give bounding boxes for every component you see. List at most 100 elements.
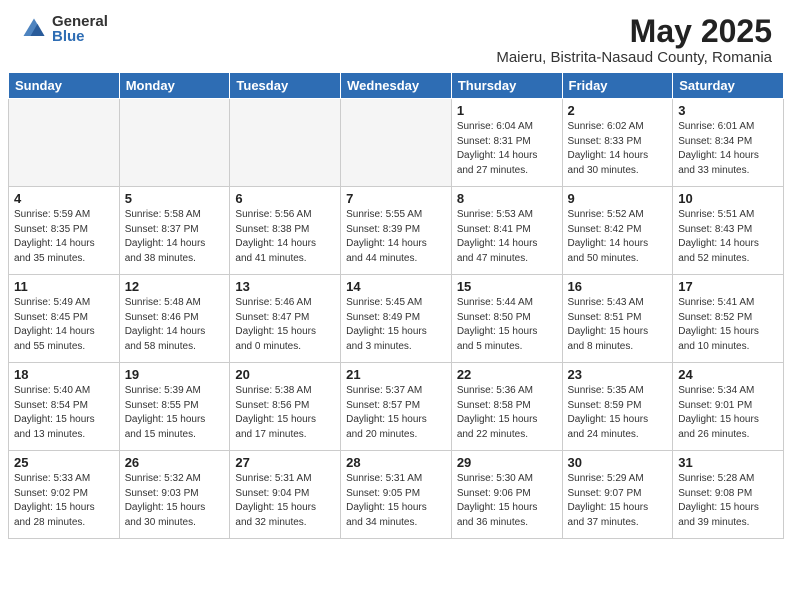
calendar-cell: 17Sunrise: 5:41 AM Sunset: 8:52 PM Dayli… xyxy=(673,275,784,363)
day-number: 14 xyxy=(346,279,446,294)
day-number: 29 xyxy=(457,455,557,470)
calendar-week-2: 4Sunrise: 5:59 AM Sunset: 8:35 PM Daylig… xyxy=(9,187,784,275)
logo-icon xyxy=(20,15,48,43)
calendar-cell: 23 Sunrise: 5:35 AM Sunset: 8:59 PM Dayli… xyxy=(562,363,673,451)
day-info: Sunrise: 5:48 AM Sunset: 8:46 PM Dayligh… xyxy=(125,296,225,354)
calendar-cell: 11Sunrise: 5:49 AM Sunset: 8:45 PM Dayli… xyxy=(9,275,120,363)
calendar-week-5: 25Sunrise: 5:33 AM Sunset: 9:02 PM Dayli… xyxy=(9,451,784,539)
day-number: 20 xyxy=(235,367,335,382)
logo: General Blue xyxy=(20,14,108,44)
calendar-cell: 16Sunrise: 5:43 AM Sunset: 8:51 PM Dayli… xyxy=(562,275,673,363)
calendar-cell: 29Sunrise: 5:30 AM Sunset: 9:06 PM Dayli… xyxy=(451,451,562,539)
calendar-cell: 18 Sunrise: 5:40 AM Sunset: 8:54 PM Dayli… xyxy=(9,363,120,451)
calendar-cell: 8 Sunrise: 5:53 AM Sunset: 8:41 PM Daylig… xyxy=(451,187,562,275)
calendar-cell xyxy=(9,99,120,187)
day-number: 19 xyxy=(125,367,225,382)
weekday-header-wednesday: Wednesday xyxy=(341,73,452,99)
day-info: Sunrise: 5:31 AM Sunset: 9:05 PM Dayligh… xyxy=(346,472,446,530)
day-number: 18 xyxy=(14,367,114,382)
calendar-cell: 7 Sunrise: 5:55 AM Sunset: 8:39 PM Daylig… xyxy=(341,187,452,275)
calendar-cell: 30 Sunrise: 5:29 AM Sunset: 9:07 PM Dayli… xyxy=(562,451,673,539)
calendar-cell: 25Sunrise: 5:33 AM Sunset: 9:02 PM Dayli… xyxy=(9,451,120,539)
calendar-cell: 27 Sunrise: 5:31 AM Sunset: 9:04 PM Dayli… xyxy=(230,451,341,539)
calendar-wrapper: SundayMondayTuesdayWednesdayThursdayFrid… xyxy=(0,72,792,547)
day-number: 30 xyxy=(568,455,668,470)
day-info: Sunrise: 5:45 AM Sunset: 8:49 PM Dayligh… xyxy=(346,296,446,354)
day-info: Sunrise: 5:53 AM Sunset: 8:41 PM Dayligh… xyxy=(457,208,557,266)
day-info: Sunrise: 5:58 AM Sunset: 8:37 PM Dayligh… xyxy=(125,208,225,266)
day-info: Sunrise: 5:43 AM Sunset: 8:51 PM Dayligh… xyxy=(568,296,668,354)
logo-text: General Blue xyxy=(52,14,108,44)
calendar-cell: 5 Sunrise: 5:58 AM Sunset: 8:37 PM Daylig… xyxy=(119,187,230,275)
day-number: 25 xyxy=(14,455,114,470)
day-info: Sunrise: 5:46 AM Sunset: 8:47 PM Dayligh… xyxy=(235,296,335,354)
weekday-header-friday: Friday xyxy=(562,73,673,99)
day-number: 21 xyxy=(346,367,446,382)
calendar-cell: 26 Sunrise: 5:32 AM Sunset: 9:03 PM Dayli… xyxy=(119,451,230,539)
day-info: Sunrise: 6:04 AM Sunset: 8:31 PM Dayligh… xyxy=(457,120,557,178)
day-info: Sunrise: 5:55 AM Sunset: 8:39 PM Dayligh… xyxy=(346,208,446,266)
logo-blue-text: Blue xyxy=(52,29,108,44)
calendar-header: SundayMondayTuesdayWednesdayThursdayFrid… xyxy=(9,73,784,99)
weekday-header-saturday: Saturday xyxy=(673,73,784,99)
calendar-week-4: 18 Sunrise: 5:40 AM Sunset: 8:54 PM Dayli… xyxy=(9,363,784,451)
day-info: Sunrise: 5:31 AM Sunset: 9:04 PM Dayligh… xyxy=(235,472,335,530)
day-info: Sunrise: 5:29 AM Sunset: 9:07 PM Dayligh… xyxy=(568,472,668,530)
weekday-header-sunday: Sunday xyxy=(9,73,120,99)
weekday-header-thursday: Thursday xyxy=(451,73,562,99)
calendar-cell: 28 Sunrise: 5:31 AM Sunset: 9:05 PM Dayli… xyxy=(341,451,452,539)
calendar-cell: 31 Sunrise: 5:28 AM Sunset: 9:08 PM Dayli… xyxy=(673,451,784,539)
day-number: 23 xyxy=(568,367,668,382)
day-number: 6 xyxy=(235,191,335,206)
logo-general-text: General xyxy=(52,14,108,29)
calendar-week-1: 1 Sunrise: 6:04 AM Sunset: 8:31 PM Daylig… xyxy=(9,99,784,187)
month-title: May 2025 xyxy=(496,14,772,49)
day-info: Sunrise: 6:02 AM Sunset: 8:33 PM Dayligh… xyxy=(568,120,668,178)
day-info: Sunrise: 5:35 AM Sunset: 8:59 PM Dayligh… xyxy=(568,384,668,442)
day-number: 31 xyxy=(678,455,778,470)
calendar-cell: 9Sunrise: 5:52 AM Sunset: 8:42 PM Daylig… xyxy=(562,187,673,275)
day-number: 26 xyxy=(125,455,225,470)
day-number: 10 xyxy=(678,191,778,206)
day-info: Sunrise: 5:37 AM Sunset: 8:57 PM Dayligh… xyxy=(346,384,446,442)
day-number: 5 xyxy=(125,191,225,206)
day-number: 1 xyxy=(457,103,557,118)
calendar-cell: 1 Sunrise: 6:04 AM Sunset: 8:31 PM Daylig… xyxy=(451,99,562,187)
calendar-cell: 4Sunrise: 5:59 AM Sunset: 8:35 PM Daylig… xyxy=(9,187,120,275)
calendar-cell: 10Sunrise: 5:51 AM Sunset: 8:43 PM Dayli… xyxy=(673,187,784,275)
calendar-cell xyxy=(119,99,230,187)
day-number: 7 xyxy=(346,191,446,206)
day-number: 28 xyxy=(346,455,446,470)
calendar-body: 1 Sunrise: 6:04 AM Sunset: 8:31 PM Daylig… xyxy=(9,99,784,539)
day-info: Sunrise: 5:39 AM Sunset: 8:55 PM Dayligh… xyxy=(125,384,225,442)
page-container: General Blue May 2025 Maieru, Bistrita-N… xyxy=(0,0,792,547)
day-number: 2 xyxy=(568,103,668,118)
calendar-cell xyxy=(341,99,452,187)
day-number: 27 xyxy=(235,455,335,470)
title-block: May 2025 Maieru, Bistrita-Nasaud County,… xyxy=(496,14,772,66)
calendar-week-3: 11Sunrise: 5:49 AM Sunset: 8:45 PM Dayli… xyxy=(9,275,784,363)
day-info: Sunrise: 5:52 AM Sunset: 8:42 PM Dayligh… xyxy=(568,208,668,266)
day-info: Sunrise: 5:56 AM Sunset: 8:38 PM Dayligh… xyxy=(235,208,335,266)
day-info: Sunrise: 5:34 AM Sunset: 9:01 PM Dayligh… xyxy=(678,384,778,442)
calendar-cell: 15Sunrise: 5:44 AM Sunset: 8:50 PM Dayli… xyxy=(451,275,562,363)
calendar-cell: 6 Sunrise: 5:56 AM Sunset: 8:38 PM Daylig… xyxy=(230,187,341,275)
day-info: Sunrise: 5:40 AM Sunset: 8:54 PM Dayligh… xyxy=(14,384,114,442)
calendar-cell: 2 Sunrise: 6:02 AM Sunset: 8:33 PM Daylig… xyxy=(562,99,673,187)
day-info: Sunrise: 5:44 AM Sunset: 8:50 PM Dayligh… xyxy=(457,296,557,354)
calendar-cell xyxy=(230,99,341,187)
location-title: Maieru, Bistrita-Nasaud County, Romania xyxy=(496,49,772,66)
day-info: Sunrise: 6:01 AM Sunset: 8:34 PM Dayligh… xyxy=(678,120,778,178)
day-info: Sunrise: 5:36 AM Sunset: 8:58 PM Dayligh… xyxy=(457,384,557,442)
calendar-cell: 19 Sunrise: 5:39 AM Sunset: 8:55 PM Dayli… xyxy=(119,363,230,451)
calendar-cell: 12Sunrise: 5:48 AM Sunset: 8:46 PM Dayli… xyxy=(119,275,230,363)
calendar-cell: 3 Sunrise: 6:01 AM Sunset: 8:34 PM Daylig… xyxy=(673,99,784,187)
day-number: 4 xyxy=(14,191,114,206)
day-number: 3 xyxy=(678,103,778,118)
day-info: Sunrise: 5:28 AM Sunset: 9:08 PM Dayligh… xyxy=(678,472,778,530)
day-info: Sunrise: 5:32 AM Sunset: 9:03 PM Dayligh… xyxy=(125,472,225,530)
day-number: 24 xyxy=(678,367,778,382)
day-info: Sunrise: 5:38 AM Sunset: 8:56 PM Dayligh… xyxy=(235,384,335,442)
day-number: 8 xyxy=(457,191,557,206)
weekday-header-monday: Monday xyxy=(119,73,230,99)
